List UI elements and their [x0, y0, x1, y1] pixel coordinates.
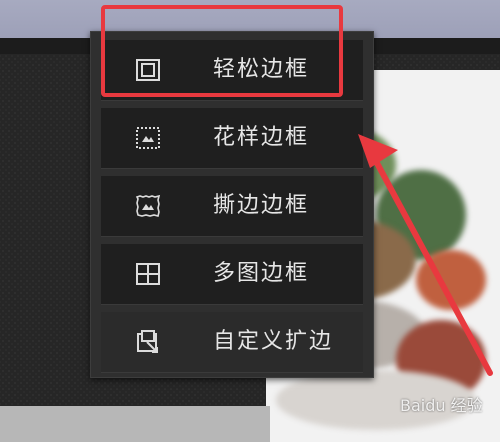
multi-image-border-icon	[135, 262, 161, 286]
torn-border-icon	[135, 194, 161, 218]
pattern-border-icon	[135, 126, 161, 150]
custom-extend-icon	[135, 330, 161, 354]
menu-item-multi-image-border[interactable]: 多图边框	[101, 244, 363, 305]
menu-item-label: 自定义扩边	[213, 329, 334, 354]
menu-item-label: 撕边边框	[213, 193, 310, 218]
status-strip	[0, 406, 270, 442]
annotation-arrow-icon	[358, 134, 493, 376]
menu-item-pattern-border[interactable]: 花样边框	[101, 108, 363, 169]
watermark: Baidu 经验	[400, 396, 483, 415]
highlight-box	[101, 5, 343, 97]
menu-item-label: 花样边框	[213, 125, 310, 150]
menu-item-torn-border[interactable]: 撕边边框	[101, 176, 363, 237]
menu-item-label: 多图边框	[213, 261, 310, 286]
menu-item-custom-extend[interactable]: 自定义扩边	[101, 312, 363, 373]
